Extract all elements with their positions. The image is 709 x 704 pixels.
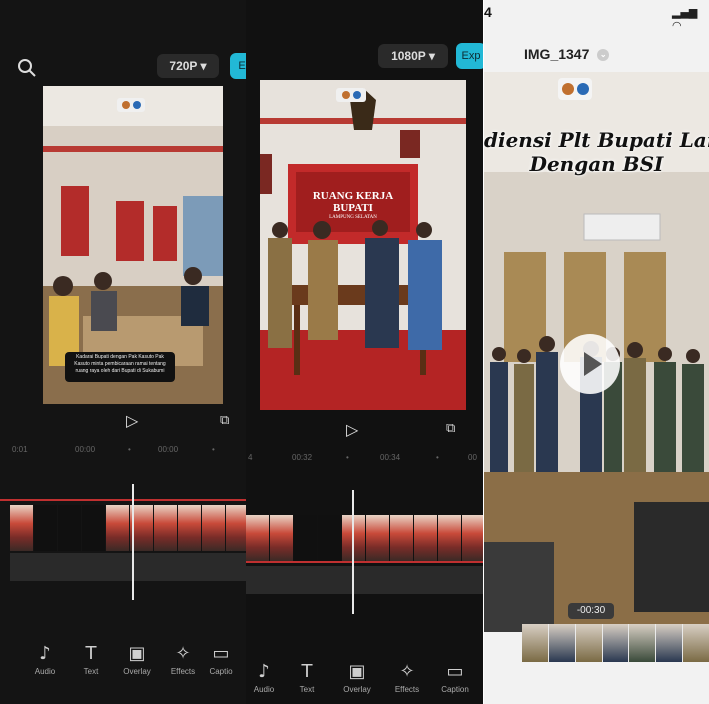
music-note-icon: ♪	[258, 661, 270, 682]
resolution-dropdown[interactable]: 720P ▾	[157, 54, 219, 78]
photos-viewer-panel: 4 ▂▄▆ ◠ IMG_1347 ⌄ diensi Plt Bupati Lam…	[484, 0, 709, 704]
play-button[interactable]	[560, 334, 620, 394]
resolution-dropdown[interactable]: 1080P ▾	[378, 44, 448, 68]
playhead[interactable]	[352, 490, 354, 614]
tool-effects[interactable]: ✧ Effects	[160, 643, 206, 676]
play-button[interactable]: ▷	[126, 411, 138, 430]
text-icon: T	[85, 643, 97, 664]
video-clip-track[interactable]	[246, 515, 483, 561]
tool-text[interactable]: T Text	[282, 661, 332, 694]
timeline-ruler: 0:01 00:00 • 00:00 •	[12, 445, 215, 454]
playhead[interactable]	[132, 484, 134, 600]
bottom-toolbar: ♪ Audio T Text ▣ Overlay ✧ Effects ▭ Cap…	[22, 643, 236, 676]
compare-icon[interactable]: ⧉	[446, 421, 455, 436]
audio-lane[interactable]	[10, 553, 248, 581]
room-sign: RUANG KERJA BUPATI LAMPUNG SELATAN	[312, 190, 394, 220]
caption-overlay[interactable]: Kadarai Bupati dengan Pak Kasuto Pak Kas…	[65, 352, 175, 382]
status-time: 4	[484, 4, 492, 20]
middle-editor-panel: 1080P ▾ Exp RUANG KERJA BUPATI LAMPUNG S…	[246, 0, 483, 704]
playback-time-badge: -00:30	[568, 603, 614, 619]
bottom-toolbar: ♪ Audio T Text ▣ Overlay ✧ Effects ▭ Cap…	[246, 661, 478, 694]
timeline-ruler: 4 00:32 • 00:34 • 00	[248, 453, 477, 462]
track-marker	[246, 561, 483, 563]
scrubber-filmstrip[interactable]	[522, 624, 709, 662]
play-button[interactable]: ▷	[346, 420, 358, 439]
effects-icon: ✧	[399, 661, 415, 682]
tool-overlay[interactable]: ▣ Overlay	[332, 661, 382, 694]
captions-icon: ▭	[446, 661, 464, 682]
music-note-icon: ♪	[39, 643, 51, 664]
search-icon[interactable]	[16, 57, 38, 79]
video-title-overlay: diensi Plt Bupati Lam Dengan BSI	[484, 128, 709, 176]
tool-effects[interactable]: ✧ Effects	[382, 661, 432, 694]
tool-overlay[interactable]: ▣ Overlay	[114, 643, 160, 676]
audio-lane[interactable]	[246, 566, 483, 594]
left-editor-panel: 720P ▾ E Kadarai Bupati dengan Pak Kasut…	[0, 0, 248, 704]
video-preview: RUANG KERJA BUPATI LAMPUNG SELATAN	[260, 80, 466, 410]
signing-ceremony-scene	[260, 80, 466, 410]
chevron-down-icon: ⌄	[597, 49, 610, 62]
track-marker	[0, 499, 248, 501]
video-frame: diensi Plt Bupati Lam Dengan BSI	[484, 72, 709, 632]
tool-audio[interactable]: ♪ Audio	[246, 661, 282, 694]
file-name[interactable]: IMG_1347 ⌄	[524, 46, 610, 62]
overlay-icon: ▣	[128, 643, 146, 664]
tool-audio[interactable]: ♪ Audio	[22, 643, 68, 676]
export-button[interactable]: Exp	[456, 43, 483, 69]
tool-captions[interactable]: ▭ Captio	[206, 643, 236, 676]
captions-icon: ▭	[212, 643, 230, 664]
effects-icon: ✧	[175, 643, 191, 664]
video-clip-track[interactable]	[10, 505, 248, 551]
tool-captions[interactable]: ▭ Caption	[432, 661, 478, 694]
compare-icon[interactable]: ⧉	[220, 413, 229, 428]
signal-wifi-icon: ▂▄▆ ◠	[672, 6, 698, 32]
overlay-icon: ▣	[348, 661, 366, 682]
text-icon: T	[301, 661, 313, 682]
play-icon	[584, 352, 602, 376]
tool-text[interactable]: T Text	[68, 643, 114, 676]
video-preview: Kadarai Bupati dengan Pak Kasuto Pak Kas…	[43, 86, 223, 404]
